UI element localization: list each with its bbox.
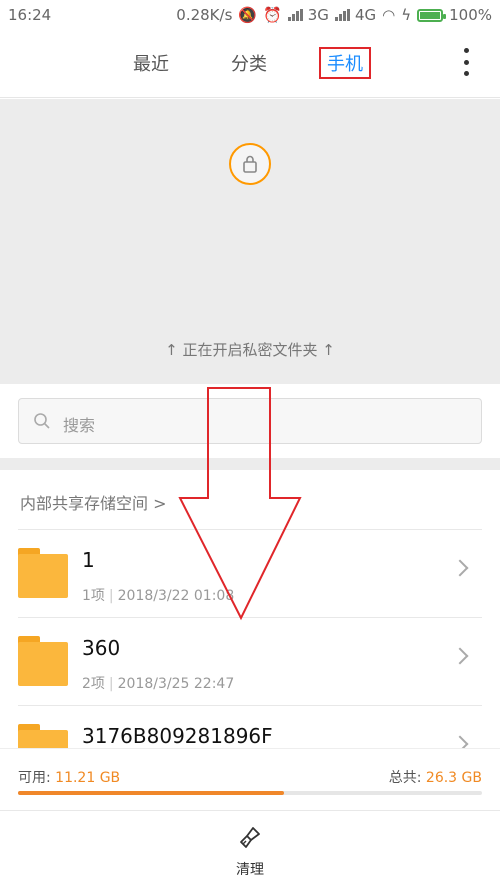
mute-icon: 🔕 [238, 6, 258, 24]
folder-icon [18, 636, 68, 686]
list-item-folder[interactable]: 360 2项 | 2018/3/25 22:47 [0, 618, 500, 706]
storage-info: 可用: 11.21 GB 总共: 26.3 GB [0, 748, 500, 810]
battery-icon [417, 8, 447, 22]
available-space: 可用: 11.21 GB [18, 770, 121, 786]
status-icons: 0.28K/s 🔕 ⏰ 3G 4G ◠ ϟ 100% [176, 6, 492, 24]
alarm-icon: ⏰ [263, 6, 282, 24]
search-section: 搜索 [0, 384, 500, 458]
file-meta: 2项 | 2018/3/25 22:47 [82, 676, 235, 692]
clean-label: 清理 [236, 862, 264, 878]
search-icon [34, 413, 50, 429]
status-time: 16:24 [8, 6, 52, 24]
storage-used-fill [18, 791, 285, 795]
tab-phone[interactable]: 手机 [319, 47, 371, 79]
chevron-right-icon [451, 647, 469, 665]
net-4g-label: 4G [354, 6, 377, 24]
broom-icon [240, 827, 260, 848]
top-tabs: 最近 分类 手机 [0, 30, 500, 98]
storage-usage-bar [18, 791, 482, 795]
bottom-bar: 清理 [0, 810, 500, 889]
net-3g-label: 3G [307, 6, 329, 24]
battery-percent: 100% [449, 6, 492, 24]
search-input[interactable]: 搜索 [18, 398, 482, 444]
list-item-folder[interactable]: 1 1项 | 2018/3/22 01:08 [0, 530, 500, 618]
signal-4g-icon [334, 9, 350, 21]
more-menu-icon[interactable] [462, 48, 470, 76]
tab-category[interactable]: 分类 [231, 50, 267, 76]
section-divider [0, 458, 500, 470]
file-name: 360 [82, 636, 121, 660]
charging-icon: ϟ [401, 6, 412, 24]
folder-icon [18, 548, 68, 598]
breadcrumb[interactable]: 内部共享存储空间 > [20, 490, 167, 514]
tab-recent[interactable]: 最近 [133, 50, 169, 76]
total-space: 总共: 26.3 GB [388, 770, 482, 786]
file-name: 3176B809281896F [82, 724, 273, 748]
lock-icon[interactable] [229, 143, 271, 185]
wifi-icon: ◠ [382, 6, 396, 24]
private-folder-area[interactable]: ↑ 正在开启私密文件夹 ↑ [0, 99, 500, 384]
signal-3g-icon [287, 9, 303, 21]
file-meta: 1项 | 2018/3/22 01:08 [82, 588, 235, 604]
net-speed: 0.28K/s [176, 6, 233, 24]
private-folder-hint: ↑ 正在开启私密文件夹 ↑ [165, 341, 335, 359]
clean-button[interactable]: 清理 [225, 825, 275, 879]
status-bar: 16:24 0.28K/s 🔕 ⏰ 3G 4G ◠ ϟ 100% [0, 0, 500, 30]
chevron-right-icon [451, 559, 469, 577]
search-placeholder: 搜索 [63, 416, 96, 435]
file-name: 1 [82, 548, 95, 572]
